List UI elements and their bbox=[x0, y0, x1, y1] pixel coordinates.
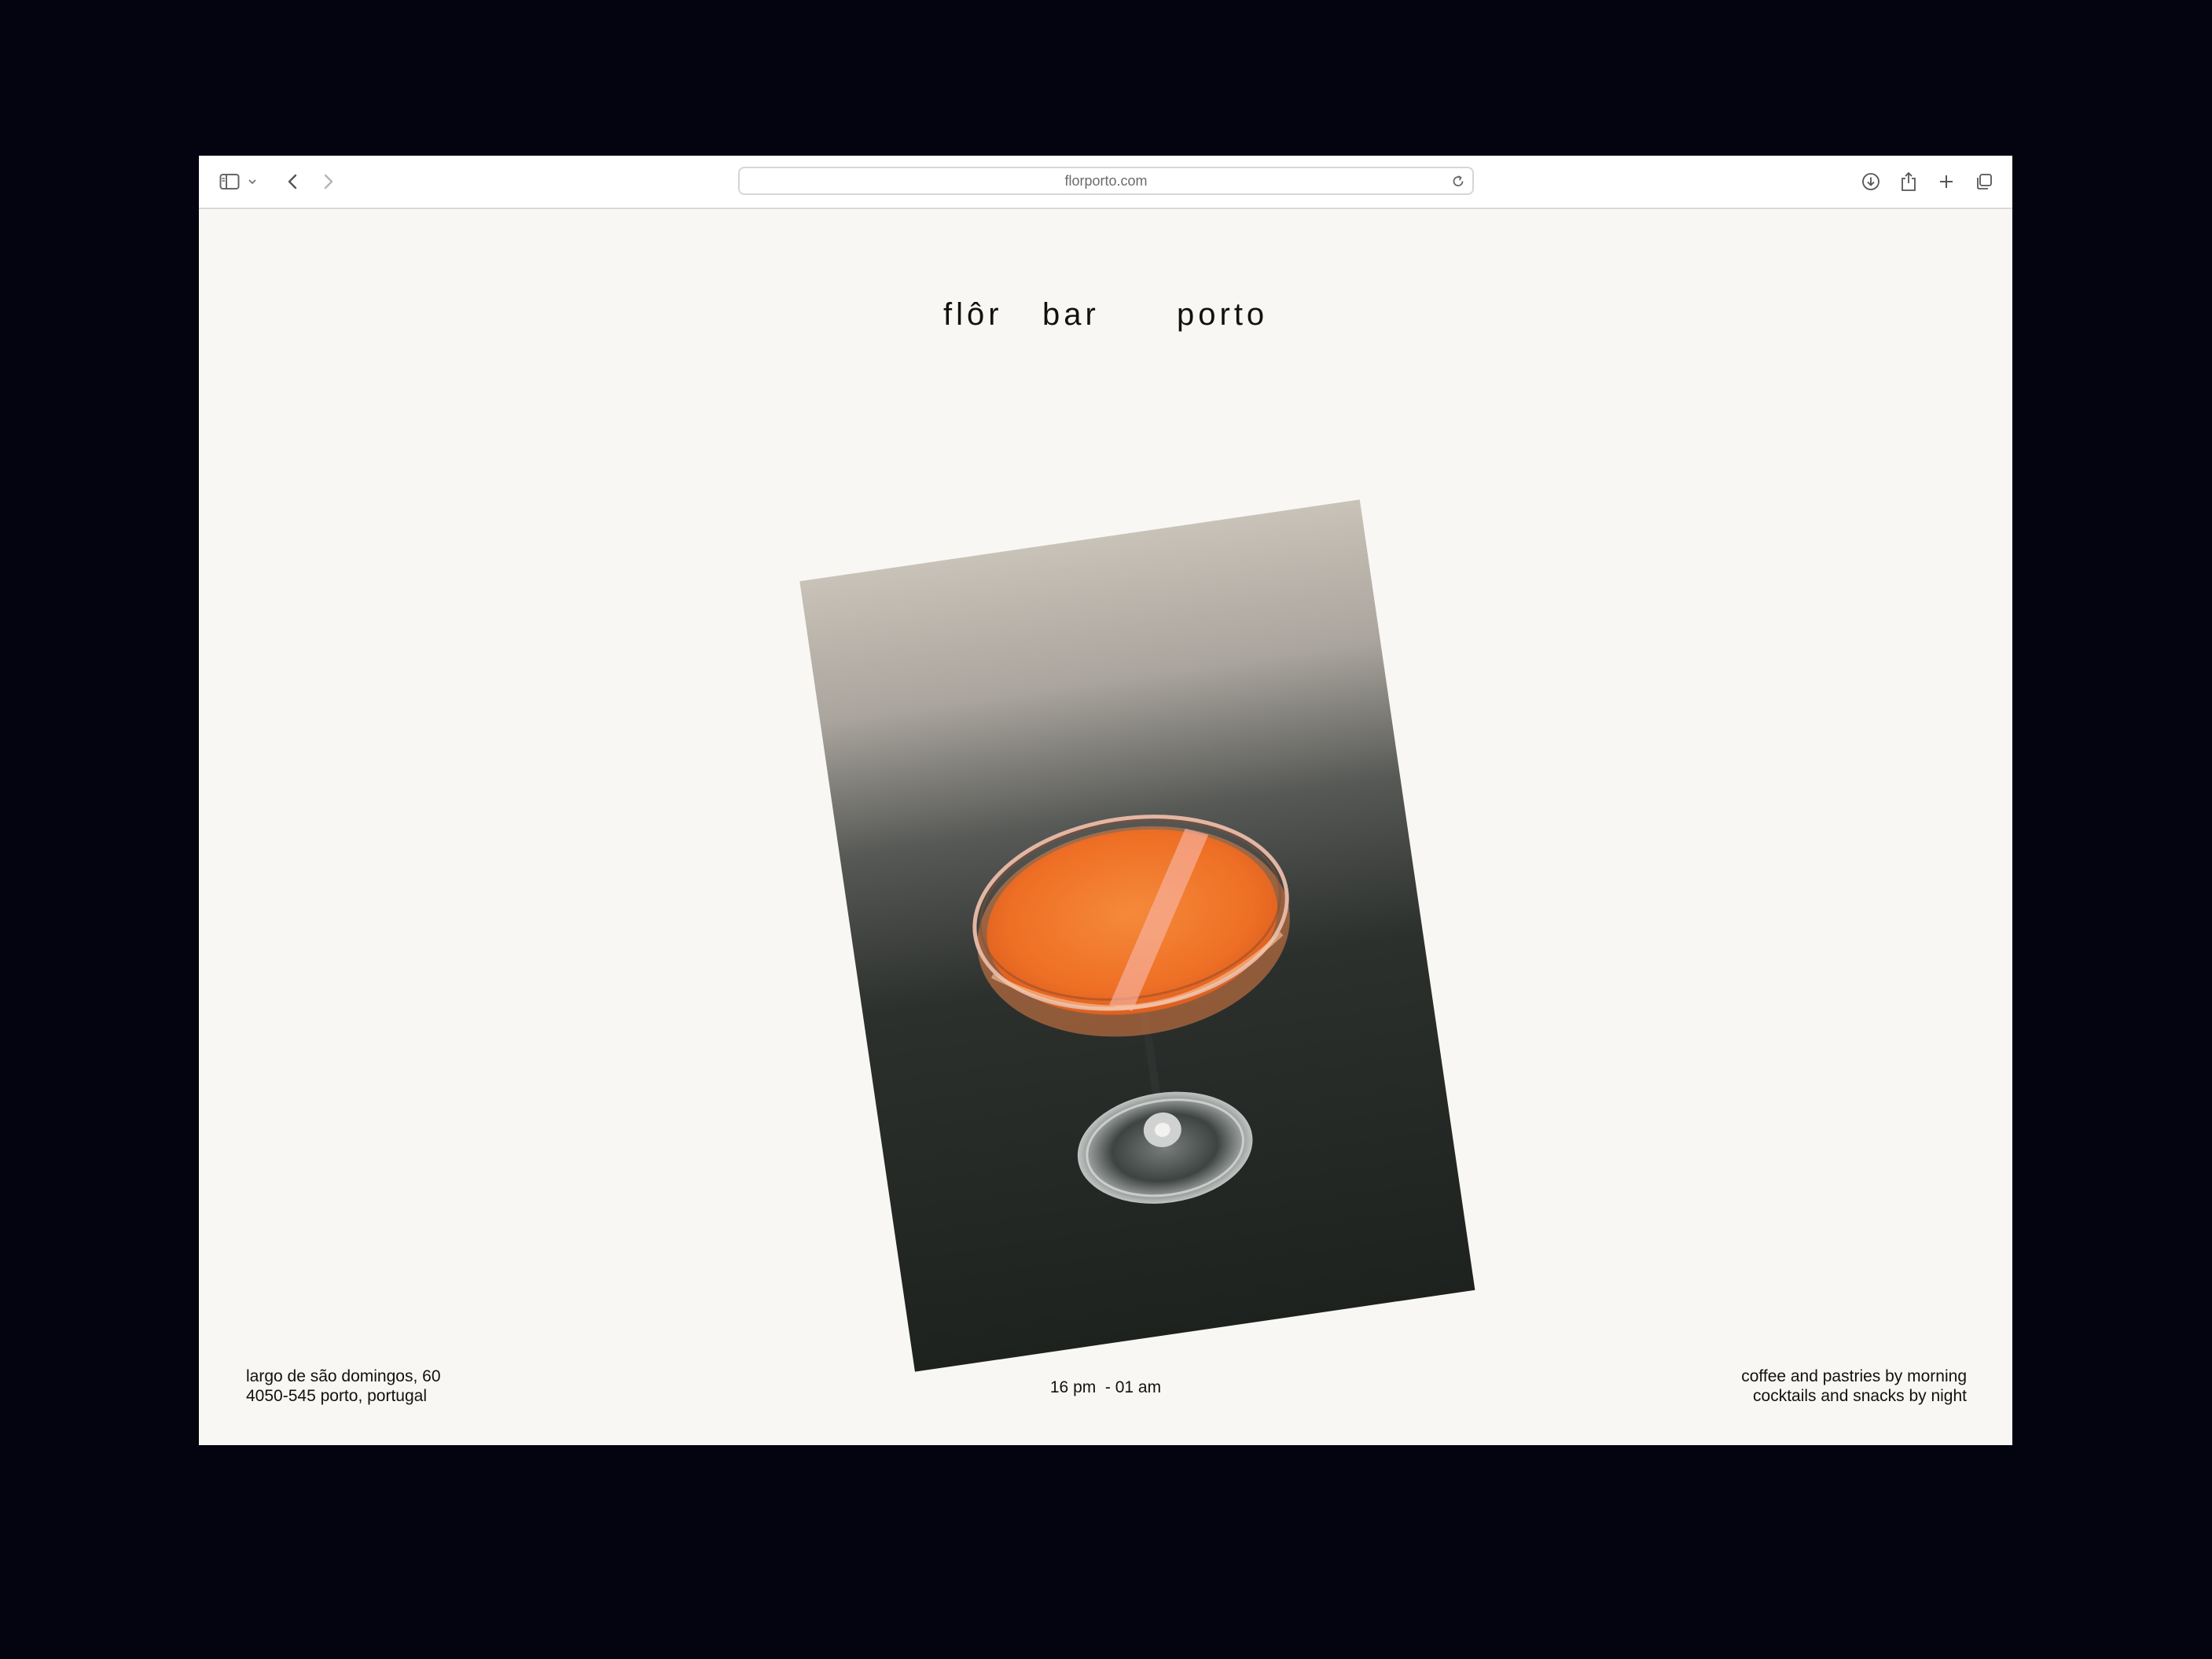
site-logo[interactable]: flôr bar porto bbox=[199, 297, 2012, 337]
logo-word-bar: bar bbox=[1042, 297, 1100, 332]
share-icon[interactable] bbox=[1898, 171, 1919, 192]
address-bar[interactable]: florporto.com bbox=[738, 167, 1474, 195]
chevron-left-icon[interactable] bbox=[282, 171, 303, 192]
opening-hours: 16 pm - 01 am bbox=[1049, 1378, 1162, 1396]
chevron-down-icon[interactable] bbox=[246, 171, 259, 192]
chevron-right-icon[interactable] bbox=[318, 171, 339, 192]
sidebar-icon[interactable] bbox=[219, 171, 240, 192]
browser-window: florporto.com flôr bar porto largo de sã… bbox=[199, 156, 2012, 1445]
tagline-block: coffee and pastries by morning cocktails… bbox=[1741, 1367, 1967, 1406]
logo-word-flor: flôr bbox=[943, 297, 1003, 332]
reload-icon[interactable] bbox=[1450, 174, 1466, 189]
url-text: florporto.com bbox=[1064, 172, 1148, 189]
download-icon[interactable] bbox=[1861, 171, 1881, 192]
cocktail-photo bbox=[792, 491, 1483, 1382]
browser-toolbar: florporto.com bbox=[199, 156, 2012, 209]
plus-icon[interactable] bbox=[1936, 171, 1957, 192]
tabs-overview-icon[interactable] bbox=[1974, 171, 1994, 192]
logo-word-porto: porto bbox=[1177, 297, 1269, 332]
tagline-line-1: coffee and pastries by morning bbox=[1741, 1367, 1967, 1385]
tagline-line-2: cocktails and snacks by night bbox=[1753, 1387, 1967, 1405]
